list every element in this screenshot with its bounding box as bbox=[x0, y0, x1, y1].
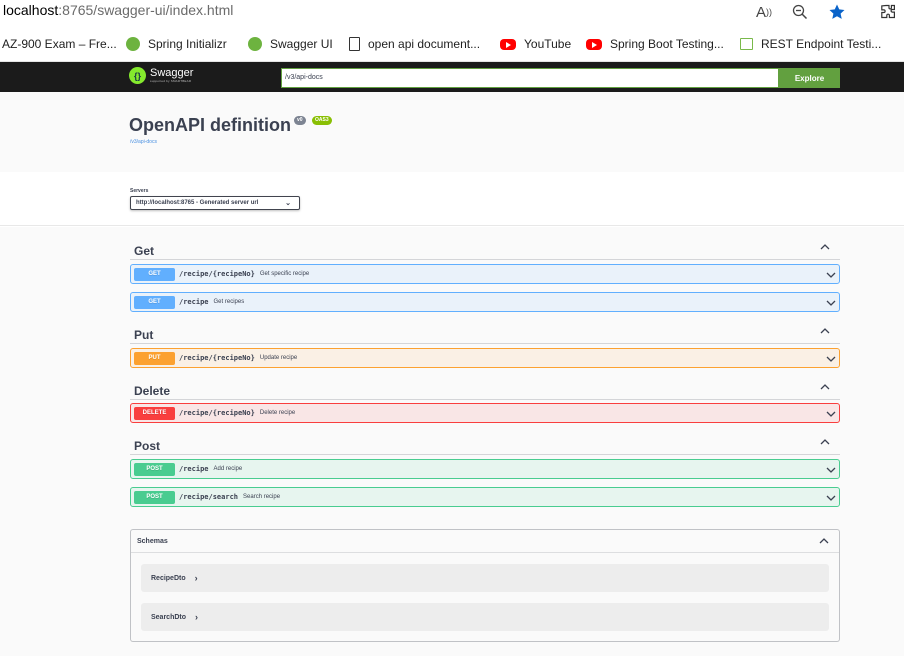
operation-path: /recipe bbox=[179, 298, 209, 306]
servers-selected-value: http://localhost:8765 - Generated server… bbox=[136, 200, 259, 206]
chevron-right-icon: › bbox=[194, 573, 198, 583]
servers-label: Servers bbox=[130, 188, 149, 194]
bookmark-swagger-ui[interactable]: Swagger UI bbox=[248, 36, 333, 52]
operation-get-recipe-by-no[interactable]: GET /recipe/{recipeNo} Get specific reci… bbox=[130, 264, 840, 284]
oas-badge: OAS3 bbox=[312, 116, 332, 125]
chevron-down-icon bbox=[826, 272, 836, 278]
operation-path: /recipe/{recipeNo} bbox=[179, 409, 255, 417]
chevron-up-icon[interactable] bbox=[819, 536, 829, 546]
youtube-icon bbox=[500, 38, 516, 50]
rest-icon bbox=[740, 38, 753, 50]
spring-icon bbox=[126, 37, 140, 51]
swagger-topbar: {} Swagger supported by SMARTBEAR /v3/ap… bbox=[0, 62, 904, 92]
bookmark-rest-endpoint-testing[interactable]: REST Endpoint Testi... bbox=[740, 36, 881, 52]
operations-area: Get GET /recipe/{recipeNo} Get specific … bbox=[0, 227, 904, 656]
version-badge: v0 bbox=[294, 116, 306, 125]
chevron-up-icon bbox=[820, 244, 830, 250]
operation-post-recipe-search[interactable]: POST /recipe/search Search recipe bbox=[130, 487, 840, 507]
url-field[interactable]: localhost:8765/swagger-ui/index.html bbox=[3, 2, 233, 18]
tag-name: Post bbox=[134, 439, 161, 453]
operation-path: /recipe/{recipeNo} bbox=[179, 354, 255, 362]
tag-put[interactable]: Put bbox=[130, 316, 840, 344]
tag-post[interactable]: Post bbox=[130, 427, 840, 455]
operation-summary: Get recipes bbox=[213, 299, 245, 305]
servers-select[interactable]: http://localhost:8765 - Generated server… bbox=[130, 196, 300, 210]
browser-address-bar: localhost:8765/swagger-ui/index.html A)) bbox=[0, 0, 904, 26]
operation-delete-recipe[interactable]: DELETE /recipe/{recipeNo} Delete recipe bbox=[130, 403, 840, 423]
operation-summary: Delete recipe bbox=[259, 410, 296, 416]
bookmark-youtube[interactable]: YouTube bbox=[500, 36, 571, 52]
operation-path: /recipe/{recipeNo} bbox=[179, 270, 255, 278]
chevron-down-icon bbox=[826, 411, 836, 417]
extensions-icon[interactable] bbox=[880, 3, 896, 21]
operation-summary: Add recipe bbox=[213, 466, 243, 472]
operation-summary: Update recipe bbox=[259, 355, 298, 361]
tag-delete[interactable]: Delete bbox=[130, 372, 840, 400]
divider bbox=[131, 552, 839, 553]
chevron-up-icon bbox=[820, 328, 830, 334]
schemas-section: Schemas RecipeDto › SearchDto › bbox=[130, 529, 840, 642]
chevron-right-icon: › bbox=[195, 612, 199, 622]
method-badge: DELETE bbox=[134, 406, 175, 420]
youtube-icon bbox=[586, 38, 602, 50]
model-name: SearchDto bbox=[151, 613, 187, 621]
operation-get-recipes[interactable]: GET /recipe Get recipes bbox=[130, 292, 840, 312]
chevron-down-icon bbox=[826, 495, 836, 501]
zoom-icon[interactable] bbox=[792, 3, 808, 21]
schemas-title[interactable]: Schemas bbox=[137, 538, 168, 545]
chevron-down-icon bbox=[826, 356, 836, 362]
chevron-up-icon bbox=[820, 439, 830, 445]
chevron-up-icon bbox=[820, 384, 830, 390]
spec-link[interactable]: /v3/api-docs bbox=[130, 139, 157, 145]
model-recipedto[interactable]: RecipeDto › bbox=[141, 564, 829, 592]
bookmark-az900[interactable]: AZ-900 Exam – Fre... bbox=[2, 36, 117, 52]
page-title: OpenAPI definition bbox=[129, 115, 291, 135]
tag-name: Delete bbox=[134, 384, 171, 398]
swagger-icon bbox=[248, 37, 262, 51]
bookmark-open-api-document[interactable]: open api document... bbox=[349, 36, 480, 52]
tag-name: Get bbox=[134, 244, 155, 258]
swagger-logo[interactable]: {} Swagger supported by SMARTBEAR bbox=[129, 67, 193, 84]
operation-summary: Search recipe bbox=[243, 494, 281, 500]
bookmarks-bar: AZ-900 Exam – Fre... Spring Initializr S… bbox=[0, 26, 904, 62]
logo-subtitle: supported by SMARTBEAR bbox=[150, 78, 192, 83]
tag-get[interactable]: Get bbox=[130, 232, 840, 260]
swagger-logo-icon: {} bbox=[129, 67, 146, 84]
operation-path: /recipe/search bbox=[179, 493, 239, 501]
operation-put-recipe[interactable]: PUT /recipe/{recipeNo} Update recipe bbox=[130, 348, 840, 368]
read-aloud-icon[interactable]: A)) bbox=[756, 3, 772, 21]
tag-name: Put bbox=[134, 328, 154, 342]
method-badge: GET bbox=[134, 295, 175, 309]
favorite-star-icon[interactable] bbox=[828, 3, 846, 21]
spec-url-input[interactable]: /v3/api-docs bbox=[281, 68, 779, 88]
explore-button[interactable]: Explore bbox=[779, 68, 840, 88]
bookmark-spring-initializr[interactable]: Spring Initializr bbox=[126, 36, 227, 52]
method-badge: GET bbox=[134, 267, 175, 281]
logo-title: Swagger bbox=[150, 66, 194, 79]
method-badge: POST bbox=[134, 490, 175, 504]
chevron-down-icon bbox=[826, 300, 836, 306]
operation-path: /recipe bbox=[179, 465, 209, 473]
method-badge: PUT bbox=[134, 351, 175, 365]
chevron-down-icon: ⌄ bbox=[285, 200, 291, 207]
info-section: OpenAPI definition v0 OAS3 /v3/api-docs bbox=[0, 92, 904, 172]
model-searchdto[interactable]: SearchDto › bbox=[141, 603, 829, 631]
method-badge: POST bbox=[134, 462, 175, 476]
model-name: RecipeDto bbox=[151, 574, 186, 582]
chevron-down-icon bbox=[826, 467, 836, 473]
operation-post-recipe[interactable]: POST /recipe Add recipe bbox=[130, 459, 840, 479]
operation-summary: Get specific recipe bbox=[259, 271, 310, 277]
servers-section: Servers http://localhost:8765 - Generate… bbox=[0, 172, 904, 226]
bookmark-spring-boot-testing[interactable]: Spring Boot Testing... bbox=[586, 36, 724, 52]
document-icon bbox=[349, 37, 360, 51]
